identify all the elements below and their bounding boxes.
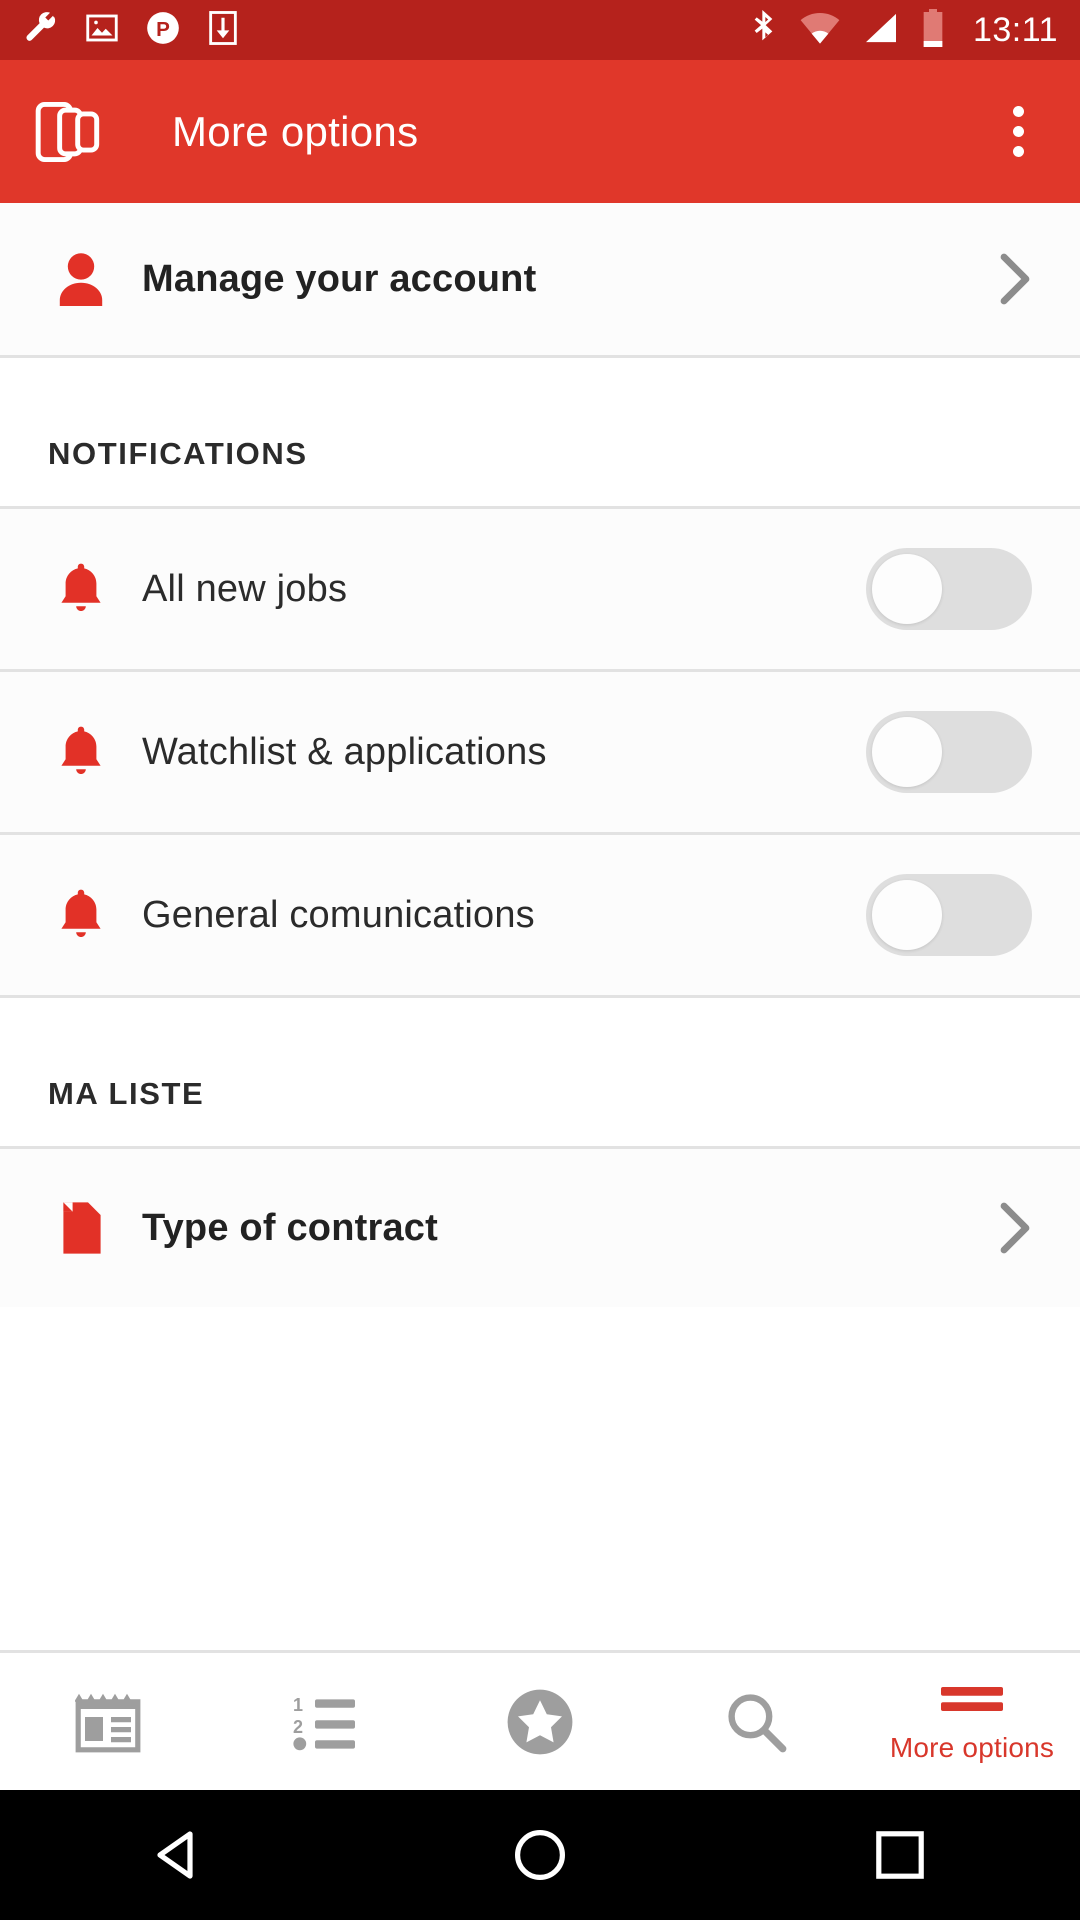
- page-title: More options: [172, 107, 419, 155]
- row-label-manage-account: Manage your account: [142, 257, 537, 300]
- overflow-menu-icon[interactable]: [990, 94, 1046, 170]
- document-icon: [48, 1200, 114, 1256]
- row-label-watchlist-applications: Watchlist & applications: [142, 730, 547, 773]
- svg-text:P: P: [156, 18, 170, 41]
- tab-more-options[interactable]: More options: [864, 1652, 1080, 1792]
- download-icon: [206, 9, 240, 52]
- tab-list[interactable]: 1 2: [216, 1652, 432, 1792]
- toggle-knob: [872, 717, 942, 787]
- back-triangle-icon[interactable]: [105, 1790, 255, 1920]
- android-nav-bar: [0, 1790, 1080, 1920]
- row-watchlist-applications[interactable]: Watchlist & applications: [0, 672, 1080, 832]
- person-icon: [48, 252, 114, 306]
- bell-icon: [48, 562, 114, 616]
- tab-favorites[interactable]: [432, 1652, 648, 1792]
- row-label-all-new-jobs: All new jobs: [142, 567, 348, 610]
- tab-label-more-options: More options: [889, 1731, 1055, 1763]
- section-header-notifications: NOTIFICATIONS: [0, 358, 1080, 506]
- home-circle-icon[interactable]: [465, 1790, 615, 1920]
- hamburger-icon: [941, 1680, 1003, 1724]
- chevron-right-icon: [990, 253, 1032, 305]
- status-bar-right-icons: 13:11: [749, 8, 1058, 53]
- bottom-tab-bar: 1 2 More options: [0, 1650, 1080, 1790]
- stacked-cards-logo: [34, 95, 110, 169]
- toggle-knob: [872, 554, 942, 624]
- row-all-new-jobs[interactable]: All new jobs: [0, 509, 1080, 669]
- parking-p-icon: P: [144, 9, 182, 52]
- status-bar: P 13:11: [0, 0, 1080, 60]
- bluetooth-icon: [749, 8, 779, 53]
- section-title-notifications: NOTIFICATIONS: [48, 436, 308, 471]
- recents-square-icon[interactable]: [825, 1790, 975, 1920]
- svg-text:2: 2: [293, 1717, 303, 1737]
- svg-text:1: 1: [293, 1695, 303, 1715]
- row-general-comunications[interactable]: General comunications: [0, 835, 1080, 995]
- cell-signal-icon: [861, 11, 901, 50]
- list-icon: 1 2: [293, 1692, 355, 1752]
- star-circle-icon: [505, 1689, 575, 1754]
- bell-icon: [48, 725, 114, 779]
- wrench-icon: [22, 9, 60, 52]
- toggle-watchlist-applications[interactable]: [866, 711, 1032, 793]
- row-type-of-contract[interactable]: Type of contract: [0, 1149, 1080, 1307]
- tab-search[interactable]: [648, 1652, 864, 1792]
- search-icon: [724, 1692, 788, 1752]
- settings-list: Manage your account NOTIFICATIONS All ne…: [0, 203, 1080, 1307]
- wifi-icon: [799, 11, 841, 50]
- chevron-right-icon: [990, 1202, 1032, 1254]
- status-bar-left-icons: P: [22, 9, 240, 52]
- toggle-general-comunications[interactable]: [866, 874, 1032, 956]
- bell-icon: [48, 888, 114, 942]
- status-bar-clock: 13:11: [972, 10, 1058, 49]
- row-manage-account[interactable]: Manage your account: [0, 203, 1080, 355]
- toggle-all-new-jobs[interactable]: [866, 548, 1032, 630]
- row-label-type-of-contract: Type of contract: [142, 1206, 438, 1249]
- screenshot-image-icon: [84, 10, 120, 51]
- tab-jobs[interactable]: [0, 1652, 216, 1792]
- battery-icon: [921, 8, 945, 53]
- section-title-ma-liste: MA LISTE: [48, 1076, 205, 1111]
- calendar-icon: [75, 1692, 141, 1752]
- app-bar: More options: [0, 60, 1080, 203]
- toggle-knob: [872, 880, 942, 950]
- row-label-general-comunications: General comunications: [142, 893, 535, 936]
- section-header-ma-liste: MA LISTE: [0, 998, 1080, 1146]
